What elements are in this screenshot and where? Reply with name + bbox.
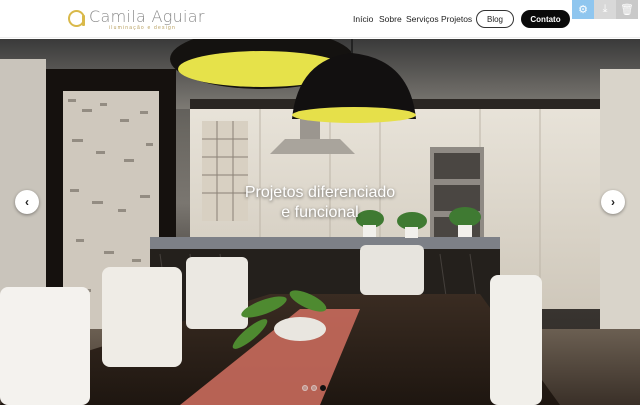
hero-caption-line2: e funcional — [281, 204, 359, 221]
prev-slide-button[interactable]: ‹ — [15, 190, 39, 214]
slide-dot-2[interactable] — [311, 385, 317, 391]
logo-tagline: iluminação e design — [109, 25, 176, 31]
site-header: Camila Aguiar iluminação e design Início… — [0, 0, 640, 38]
logo-mark-icon — [68, 10, 85, 27]
chevron-right-icon: › — [611, 195, 615, 209]
contact-button[interactable]: Contato — [521, 10, 570, 28]
blog-button[interactable]: Blog — [476, 10, 514, 28]
next-slide-button[interactable]: › — [601, 190, 625, 214]
overlay-toolbar: ⚙ ⤓ 🗑 — [572, 0, 638, 19]
chevron-left-icon: ‹ — [25, 195, 29, 209]
nav-projetos[interactable]: Projetos — [441, 14, 472, 24]
nav-servicos[interactable]: Serviços — [406, 14, 439, 24]
slide-dot-1[interactable] — [302, 385, 308, 391]
logo-name: Camila Aguiar — [89, 7, 205, 26]
trash-icon[interactable]: 🗑 — [616, 0, 638, 19]
slide-dots — [302, 385, 326, 391]
gear-icon[interactable]: ⚙ — [572, 0, 594, 19]
hero-slider: Projetos diferenciado e funcional ‹ › — [0, 39, 640, 405]
logo[interactable]: Camila Aguiar iluminação e design — [68, 8, 205, 34]
hero-caption: Projetos diferenciado e funcional — [0, 183, 640, 223]
logo-text: Camila Aguiar iluminação e design — [89, 8, 205, 31]
download-icon[interactable]: ⤓ — [594, 0, 616, 19]
nav-inicio[interactable]: Início — [353, 14, 373, 24]
hero-caption-line1: Projetos diferenciado — [244, 184, 396, 201]
slide-dot-3[interactable] — [320, 385, 326, 391]
nav-sobre[interactable]: Sobre — [379, 14, 402, 24]
